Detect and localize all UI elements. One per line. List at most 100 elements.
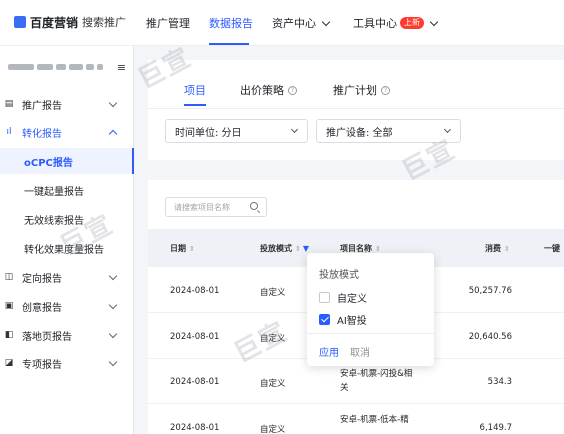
chevron-down-icon [108,271,118,280]
report-icon: ▤ [4,99,14,109]
sidebar: ≡ ▤ 推广报告 ıl 转化报告 oCPC报告 一键起量报告 无效线索报告 转化… [0,46,134,434]
cell-cost: 20,640.56 [468,332,512,342]
cell-date: 2024-08-01 [170,286,220,296]
creative-icon: ▣ [4,301,14,311]
top-navigation: 百度营销 搜索推广 推广管理 数据报告 资产中心 工具中心 上新 [0,0,564,46]
account-name-blurred [69,64,83,70]
menu-icon[interactable]: ≡ [117,61,126,74]
sidebar-subitem-invalid-leads[interactable]: 无效线索报告 [0,206,134,232]
new-badge: 上新 [400,17,424,29]
account-name-blurred [56,64,66,70]
sort-icon[interactable]: ⇕ [504,245,510,253]
nav-label: 工具中心 [353,17,397,30]
special-icon: ◪ [4,358,14,368]
chevron-down-icon [108,300,118,309]
checkbox-checked[interactable] [319,314,330,325]
checkbox-unchecked[interactable] [319,292,330,303]
nav-tool-center[interactable]: 工具中心 上新 [353,15,439,31]
tab-label: 项目 [184,84,206,97]
sort-icon[interactable]: ⇕ [189,245,195,253]
help-icon[interactable]: ? [381,85,390,95]
search-icon[interactable] [250,202,258,210]
sidebar-item-label: 专项报告 [22,359,62,371]
logo[interactable]: 百度营销 搜索推广 [14,14,126,30]
account-switcher[interactable]: ≡ [8,60,126,74]
filter-icon[interactable]: ▼ [303,244,309,253]
active-nav-indicator [209,43,249,45]
sidebar-item-landing-page-report[interactable]: ◧ 落地页报告 [0,321,134,349]
popover-title: 投放模式 [319,270,359,281]
delivery-mode-filter-popover: 投放模式 自定义 AI智投 应用 取消 [307,253,434,366]
column-label: 投放模式 [260,244,292,253]
sidebar-item-conversion-report[interactable]: ıl 转化报告 [0,118,134,146]
column-delivery-mode[interactable]: 投放模式 ⇕ ▼ [260,243,309,254]
apply-button[interactable]: 应用 [319,344,339,359]
report-controls-card: 项目 出价策略 ? 推广计划 ? 时间单位: 分日 推广设备: 全部 [148,60,564,160]
filter-option-custom[interactable]: 自定义 [319,290,367,305]
cell-date: 2024-08-01 [170,332,220,342]
chevron-down-icon [290,125,299,134]
sidebar-item-label: 转化报告 [22,128,62,140]
time-unit-select[interactable]: 时间单位: 分日 [165,119,308,143]
nav-asset-center[interactable]: 资产中心 [272,15,331,31]
nav-label: 推广管理 [146,17,190,30]
cell-mode: 自定义 [260,334,286,344]
logo-subtitle: 搜索推广 [82,16,127,29]
chevron-down-icon [321,17,331,26]
chart-icon: ıl [6,127,12,137]
nav-promotion-management[interactable]: 推广管理 [146,15,190,31]
column-one-click[interactable]: 一键 [544,243,560,254]
nav-label: 资产中心 [272,17,316,30]
popover-divider [307,333,434,334]
cell-project-name[interactable]: 安卓-机票-闪投&相关 [340,367,420,395]
target-icon: ◫ [4,272,14,282]
sidebar-item-promotion-report[interactable]: ▤ 推广报告 [0,90,134,118]
cell-project-name[interactable]: 安卓-机票-低本-精 [340,413,420,427]
sidebar-item-creative-report[interactable]: ▣ 创意报告 [0,292,134,320]
sidebar-subitem-one-click-boost[interactable]: 一键起量报告 [0,177,134,203]
logo-text: 百度营销 [30,15,79,30]
account-name-blurred [86,64,94,70]
cell-cost: 534.3 [487,377,512,387]
sort-icon[interactable]: ⇕ [295,245,301,253]
active-tab-indicator [184,104,206,106]
sidebar-subitem-label: 转化效果度量报告 [24,244,104,256]
nav-data-report[interactable]: 数据报告 [209,15,253,31]
logo-mark-icon [14,16,26,28]
table-row[interactable]: 2024-08-01 自定义 安卓-机票-低本-精 6,149.7 [148,405,564,434]
sidebar-item-label: 创意报告 [22,302,62,314]
project-search-input[interactable]: 请搜索项目名称 [165,197,267,217]
sort-icon[interactable]: ⇕ [375,245,381,253]
column-date[interactable]: 日期 ⇕ [170,243,195,254]
sidebar-subitem-ocpc-report[interactable]: oCPC报告 [0,148,134,174]
tab-bid-strategy[interactable]: 出价策略 ? [240,82,297,98]
sidebar-item-targeting-report[interactable]: ◫ 定向报告 [0,263,134,291]
cell-mode: 自定义 [260,288,286,298]
filter-option-ai-delivery[interactable]: AI智投 [319,312,367,327]
sidebar-subitem-conversion-effect[interactable]: 转化效果度量报告 [0,235,134,261]
sidebar-subitem-label: oCPC报告 [24,157,73,169]
option-label: 自定义 [337,294,367,305]
tab-project[interactable]: 项目 [184,82,206,98]
account-name-blurred [37,64,53,70]
device-select[interactable]: 推广设备: 全部 [316,119,461,143]
tab-label: 出价策略 [240,84,284,97]
column-cost[interactable]: 消费 ⇕ [485,243,510,254]
chevron-down-icon [429,17,439,26]
chevron-down-icon [108,98,118,107]
help-icon[interactable]: ? [288,85,297,95]
cell-date: 2024-08-01 [170,377,220,387]
chevron-down-icon [108,329,118,338]
sidebar-item-special-report[interactable]: ◪ 专项报告 [0,349,134,377]
column-label: 消费 [485,244,501,253]
sidebar-item-label: 落地页报告 [22,331,72,343]
option-label: AI智投 [337,316,367,327]
cancel-button[interactable]: 取消 [350,344,370,359]
tab-label: 推广计划 [333,84,377,97]
tab-campaign[interactable]: 推广计划 ? [333,82,390,98]
sidebar-subitem-label: 无效线索报告 [24,215,84,227]
column-label: 一键 [544,244,560,253]
column-label: 日期 [170,244,186,253]
select-value: 推广设备: 全部 [326,127,393,139]
account-name-blurred [97,64,103,70]
